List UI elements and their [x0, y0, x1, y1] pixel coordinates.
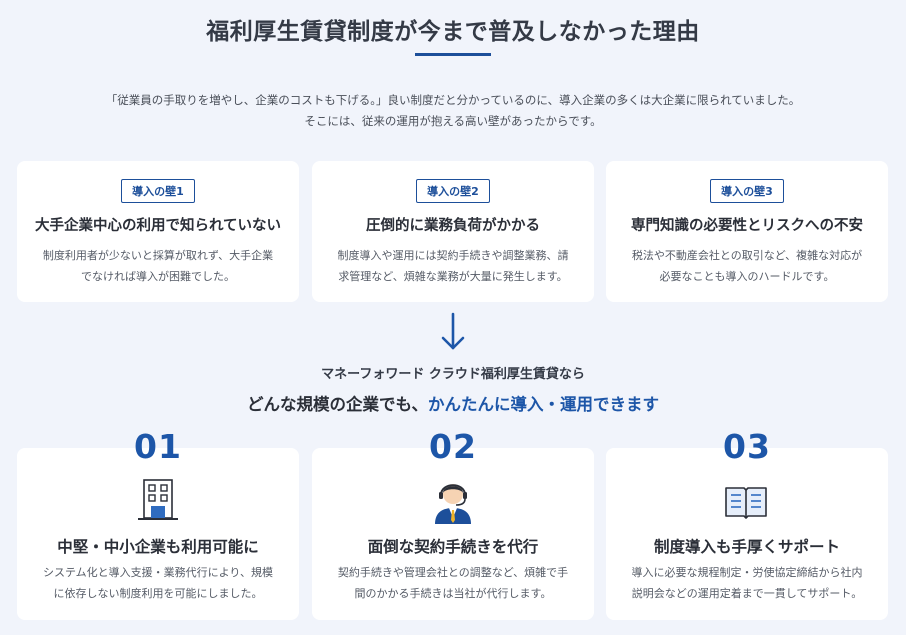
wall-heading: 圧倒的に業務負荷がかかる	[366, 218, 540, 234]
wall-body: 制度導入や運用には契約手続きや調整業務、請求管理など、煩雑な業務が大量に発生しま…	[337, 249, 569, 283]
feature-body: 導入に必要な規程制定・労使協定締結から社内説明会などの運用定着まで一貫してサポー…	[631, 566, 863, 600]
feature-heading: 制度導入も手厚くサポート	[653, 538, 840, 556]
feature-body: 契約手続きや管理会社との調整など、煩雑で手間のかかる手続きは当社が代行します。	[337, 566, 569, 600]
wall-badge: 導入の壁3	[710, 179, 784, 203]
wall-heading: 専門知識の必要性とリスクへの不安	[631, 218, 863, 234]
arrow-down-icon	[441, 312, 465, 350]
intro-line-1: 「従業員の手取りを増やし、企業のコストも下げる。」良い制度だと分かっているのに、…	[105, 93, 801, 107]
feature-heading: 面倒な契約手続きを代行	[367, 538, 539, 556]
wall-heading: 大手企業中心の利用で知られていない	[34, 218, 282, 234]
feature-card-2: 面倒な契約手続きを代行 契約手続きや管理会社との調整など、煩雑で手間のかかる手続…	[312, 448, 594, 620]
feature-number-3: 03	[723, 427, 771, 466]
feature-card-3: 制度導入も手厚くサポート 導入に必要な規程制定・労使協定締結から社内説明会などの…	[606, 448, 888, 620]
wall-badge: 導入の壁1	[121, 179, 195, 203]
wall-body: 制度利用者が少ないと採算が取れず、大手企業でなければ導入が困難でした。	[42, 249, 274, 283]
wall-card-3: 導入の壁3 専門知識の必要性とリスクへの不安 税法や不動産会社との取引など、複雑…	[606, 161, 888, 302]
wall-card-1: 導入の壁1 大手企業中心の利用で知られていない 制度利用者が少ないと採算が取れず…	[17, 161, 299, 302]
intro-text: 「従業員の手取りを増やし、企業のコストも下げる。」良い制度だと分かっているのに、…	[40, 90, 866, 132]
solution-headline: どんな規模の企業でも、かんたんに導入・運用できます	[0, 391, 906, 415]
feature-card-1: 中堅・中小企業も利用可能に システム化と導入支援・業務代行により、規模に依存しな…	[17, 448, 299, 620]
title-underline	[415, 53, 491, 56]
intro-line-2: そこには、従来の運用が抱える高い壁があったからです。	[304, 114, 602, 128]
feature-body: システム化と導入支援・業務代行により、規模に依存しない制度利用を可能にしました。	[42, 566, 273, 600]
solution-lead: マネーフォワード クラウド福利厚生賃貸なら	[321, 367, 585, 382]
solution-headline-plain: どんな規模の企業でも、	[246, 395, 428, 414]
wall-card-2: 導入の壁2 圧倒的に業務負荷がかかる 制度導入や運用には契約手続きや調整業務、請…	[312, 161, 594, 302]
wall-body: 税法や不動産会社との取引など、複雑な対応が必要なことも導入のハードルです。	[631, 249, 863, 283]
wall-badge: 導入の壁2	[416, 179, 490, 203]
feature-number-1: 01	[134, 427, 182, 466]
feature-number-2: 02	[429, 427, 477, 466]
page-title: 福利厚生賃貸制度が今まで普及しなかった理由	[206, 19, 700, 45]
building-icon	[138, 479, 178, 520]
open-book-icon	[725, 487, 767, 519]
operator-headset-icon	[435, 484, 471, 524]
solution-headline-accent: かんたんに導入・運用できます	[428, 395, 659, 414]
feature-heading: 中堅・中小企業も利用可能に	[57, 538, 259, 556]
